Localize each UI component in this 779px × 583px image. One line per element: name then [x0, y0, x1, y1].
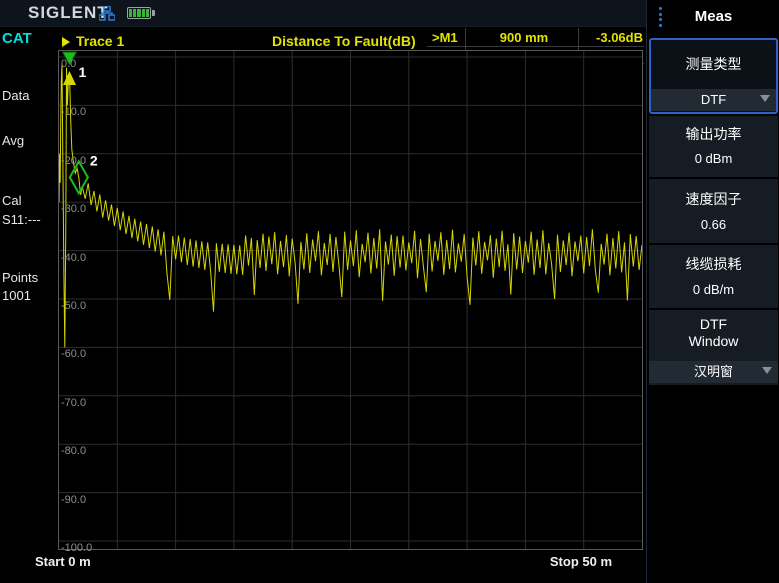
s11-status: S11:--- — [2, 212, 41, 227]
avg-label: Avg — [2, 133, 24, 148]
marker1-name: >M1 — [432, 29, 472, 46]
top-status-bar: SIGLENT — [0, 0, 646, 27]
brand-logo: SIGLENT — [28, 3, 109, 23]
trace-active-icon — [62, 37, 70, 47]
softkey-label: 测量类型 — [651, 56, 776, 73]
y-axis-tick-label: -30.0 — [61, 204, 86, 215]
x-axis-stop-label: Stop 50 m — [530, 554, 612, 569]
battery-nub — [152, 10, 155, 16]
y-axis-tick-label: 0.0 — [61, 59, 76, 70]
y-axis-tick-label: -90.0 — [61, 495, 86, 506]
y-axis-tick-label: -40.0 — [61, 253, 86, 264]
chevron-down-icon — [760, 95, 770, 102]
softkey-label: 输出功率 — [649, 126, 778, 143]
softkey-value: 0.66 — [649, 217, 778, 232]
softkey-dtf-window[interactable]: DTF Window 汉明窗 — [649, 310, 778, 385]
x-axis-start-label: Start 0 m — [35, 554, 91, 569]
trace-canvas: 12 — [59, 51, 642, 549]
chevron-down-icon — [762, 367, 772, 374]
softkey-menu: Meas 测量类型 DTF 输出功率 0 dBm 速度因子 0.66 线缆损耗 … — [646, 0, 779, 583]
plot-title: Distance To Fault(dB) — [272, 33, 416, 49]
y-axis-tick-label: -80.0 — [61, 446, 86, 457]
marker1-value: -3.06dB — [580, 29, 643, 46]
softkey-velocity-factor[interactable]: 速度因子 0.66 — [649, 179, 778, 243]
dtf-trace-plot: 12 0.0-10.0-20.0-30.0-40.0-50.0-60.0-70.… — [58, 50, 643, 550]
softkey-meas-type[interactable]: 测量类型 DTF — [649, 38, 778, 114]
softkey-label: 线缆损耗 — [649, 256, 778, 273]
softkey-value: 0 dBm — [649, 151, 778, 166]
softkey-label: 速度因子 — [649, 191, 778, 208]
lan-network-icon — [99, 6, 115, 21]
softkey-output-power[interactable]: 输出功率 0 dBm — [649, 116, 778, 177]
svg-text:1: 1 — [78, 64, 86, 80]
menu-title: Meas — [647, 8, 779, 25]
menu-header[interactable]: Meas — [647, 0, 779, 34]
y-axis-tick-label: -20.0 — [61, 156, 86, 167]
battery-icon — [127, 7, 151, 19]
points-value: 1001 — [2, 288, 31, 303]
data-label: Data — [2, 88, 29, 103]
softkey-cable-loss[interactable]: 线缆损耗 0 dB/m — [649, 245, 778, 308]
cal-label: Cal — [2, 193, 22, 208]
y-axis-tick-label: -100.0 — [61, 543, 92, 554]
marker1-distance: 900 mm — [470, 29, 578, 46]
points-label: Points — [2, 270, 38, 285]
softkey-label: DTF Window — [649, 316, 778, 350]
trace-name[interactable]: Trace 1 — [76, 33, 124, 49]
softkey-value: 0 dB/m — [649, 282, 778, 297]
softkey-value-dtf[interactable]: DTF — [651, 89, 776, 111]
softkey-value-window[interactable]: 汉明窗 — [649, 361, 778, 383]
y-axis-tick-label: -60.0 — [61, 349, 86, 360]
mode-label-cat: CAT — [2, 30, 32, 47]
y-axis-tick-label: -50.0 — [61, 301, 86, 312]
y-axis-tick-label: -70.0 — [61, 398, 86, 409]
svg-text:2: 2 — [90, 152, 98, 168]
y-axis-tick-label: -10.0 — [61, 107, 86, 118]
